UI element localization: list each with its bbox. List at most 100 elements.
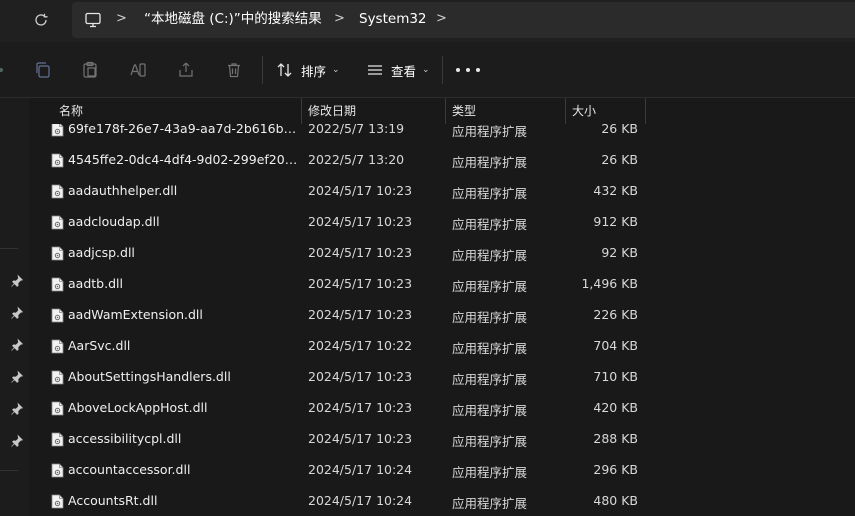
dll-file-icon <box>51 370 64 385</box>
file-name[interactable]: aadjcsp.dll <box>68 245 302 260</box>
file-date: 2024/5/17 10:23 <box>308 214 413 229</box>
file-name[interactable]: aadtb.dll <box>68 276 302 291</box>
file-name[interactable]: aadauthhelper.dll <box>68 183 302 198</box>
pin-icon[interactable] <box>10 434 24 448</box>
file-size: 288 KB <box>593 431 638 446</box>
pin-icon[interactable] <box>10 370 24 384</box>
file-date: 2024/5/17 10:23 <box>308 431 413 446</box>
refresh-icon <box>35 13 48 26</box>
column-type[interactable]: 类型 <box>446 98 566 124</box>
chevron-down-icon: ⌄ <box>422 65 430 75</box>
navigation-pane <box>0 98 29 516</box>
delete-icon[interactable] <box>223 59 245 81</box>
file-size: 432 KB <box>593 183 638 198</box>
table-row[interactable]: AboutSettingsHandlers.dll 2024/5/17 10:23… <box>29 362 855 393</box>
table-row[interactable]: aadauthhelper.dll 2024/5/17 10:23 应用程序扩展 43… <box>29 176 855 207</box>
dll-file-icon <box>51 432 64 447</box>
nav-divider <box>0 470 18 471</box>
file-size: 1,496 KB <box>581 276 638 291</box>
file-size: 226 KB <box>593 307 638 322</box>
file-type: 应用程序扩展 <box>452 465 528 480</box>
file-size: 296 KB <box>593 462 638 477</box>
file-size: 704 KB <box>593 338 638 353</box>
file-type: 应用程序扩展 <box>452 217 528 232</box>
file-name[interactable]: AboveLockAppHost.dll <box>68 400 302 415</box>
monitor-icon[interactable] <box>84 11 102 29</box>
breadcrumb-separator[interactable]: > <box>436 10 447 28</box>
file-size: 480 KB <box>593 493 638 508</box>
table-row[interactable]: aadjcsp.dll 2024/5/17 10:23 应用程序扩展 92 KB <box>29 238 855 269</box>
file-name[interactable]: AccountsRt.dll <box>68 493 302 508</box>
file-size: 92 KB <box>601 245 638 260</box>
sort-label: 排序 <box>301 63 327 79</box>
column-name[interactable]: 名称 <box>53 98 302 124</box>
file-date: 2024/5/17 10:23 <box>308 400 413 415</box>
new-icon[interactable] <box>0 59 12 81</box>
file-name[interactable]: aadcloudap.dll <box>68 214 302 229</box>
copy-icon[interactable] <box>32 59 54 81</box>
refresh-button[interactable] <box>28 8 54 32</box>
toolbar-divider <box>442 56 443 84</box>
column-size[interactable]: 大小 <box>566 98 646 124</box>
pin-icon[interactable] <box>10 338 24 352</box>
file-size: 420 KB <box>593 400 638 415</box>
command-bar: 排序 ⌄ 查看 ⌄ <box>0 42 855 98</box>
sort-button[interactable]: 排序 ⌄ <box>276 56 340 84</box>
file-type: 应用程序扩展 <box>452 310 528 325</box>
paste-icon[interactable] <box>79 59 101 81</box>
pin-icon[interactable] <box>10 306 24 320</box>
dll-file-icon <box>51 184 64 199</box>
more-icon[interactable] <box>456 64 480 76</box>
file-date: 2022/5/7 13:20 <box>308 152 405 167</box>
file-type: 应用程序扩展 <box>452 248 528 263</box>
toolbar-divider <box>262 56 263 84</box>
file-date: 2024/5/17 10:23 <box>308 183 413 198</box>
view-button[interactable]: 查看 ⌄ <box>366 56 430 84</box>
file-date: 2024/5/17 10:23 <box>308 276 413 291</box>
pin-icon[interactable] <box>10 274 24 288</box>
table-row[interactable]: aadcloudap.dll 2024/5/17 10:23 应用程序扩展 912 K… <box>29 207 855 238</box>
file-name[interactable]: accessibilitycpl.dll <box>68 431 302 446</box>
nav-divider <box>0 248 18 249</box>
table-row[interactable]: AarSvc.dll 2024/5/17 10:22 应用程序扩展 704 KB <box>29 331 855 362</box>
breadcrumb-search-results[interactable]: “本地磁盘 (C:)”中的搜索结果 <box>144 9 322 29</box>
address-box[interactable]: > “本地磁盘 (C:)”中的搜索结果 > System32 > <box>72 2 855 38</box>
column-date[interactable]: 修改日期 <box>302 98 446 124</box>
dll-file-icon <box>51 339 64 354</box>
dll-file-icon <box>51 494 64 509</box>
share-icon[interactable] <box>175 59 197 81</box>
breadcrumb-separator[interactable]: > <box>116 10 127 28</box>
rename-icon[interactable] <box>127 59 149 81</box>
table-row[interactable]: aadWamExtension.dll 2024/5/17 10:23 应用程序扩展… <box>29 300 855 331</box>
file-size: 710 KB <box>593 369 638 384</box>
file-type: 应用程序扩展 <box>452 372 528 387</box>
file-name[interactable]: accountaccessor.dll <box>68 462 302 477</box>
table-row[interactable]: AboveLockAppHost.dll 2024/5/17 10:23 应用程序扩… <box>29 393 855 424</box>
table-row[interactable]: accessibilitycpl.dll 2024/5/17 10:23 应用程序扩… <box>29 424 855 455</box>
dll-file-icon <box>51 153 64 168</box>
file-name[interactable]: AboutSettingsHandlers.dll <box>68 369 302 384</box>
table-row[interactable]: aadtb.dll 2024/5/17 10:23 应用程序扩展 1,496 KB <box>29 269 855 300</box>
dll-file-icon <box>51 463 64 478</box>
file-name[interactable]: aadWamExtension.dll <box>68 307 302 322</box>
sort-icon <box>277 63 292 77</box>
dll-file-icon <box>51 122 64 137</box>
dll-file-icon <box>51 308 64 323</box>
breadcrumb-system32[interactable]: System32 <box>359 9 427 29</box>
dll-file-icon <box>51 277 64 292</box>
address-bar-row: > “本地磁盘 (C:)”中的搜索结果 > System32 > <box>0 0 855 42</box>
column-header: ⌃ 名称 修改日期 类型 大小 <box>29 98 855 124</box>
file-name[interactable]: AarSvc.dll <box>68 338 302 353</box>
file-type: 应用程序扩展 <box>452 186 528 201</box>
table-row[interactable]: AccountsRt.dll 2024/5/17 10:24 应用程序扩展 480 K… <box>29 486 855 516</box>
pin-icon[interactable] <box>10 402 24 416</box>
table-row[interactable]: accountaccessor.dll 2024/5/17 10:24 应用程序扩展… <box>29 455 855 486</box>
dll-file-icon <box>51 246 64 261</box>
file-name[interactable]: 4545ffe2-0dc4-4df4-9d02-299ef204635e <box>68 152 302 167</box>
breadcrumb-separator[interactable]: > <box>334 10 345 28</box>
table-row[interactable]: 4545ffe2-0dc4-4df4-9d02-299ef204635e 2022… <box>29 145 855 176</box>
file-rows: 69fe178f-26e7-43a9-aa7d-2b616b672dde2022… <box>29 114 855 516</box>
view-icon <box>368 65 382 75</box>
file-date: 2024/5/17 10:24 <box>308 462 413 477</box>
file-list: 69fe178f-26e7-43a9-aa7d-2b616b672dde2022… <box>29 98 855 516</box>
